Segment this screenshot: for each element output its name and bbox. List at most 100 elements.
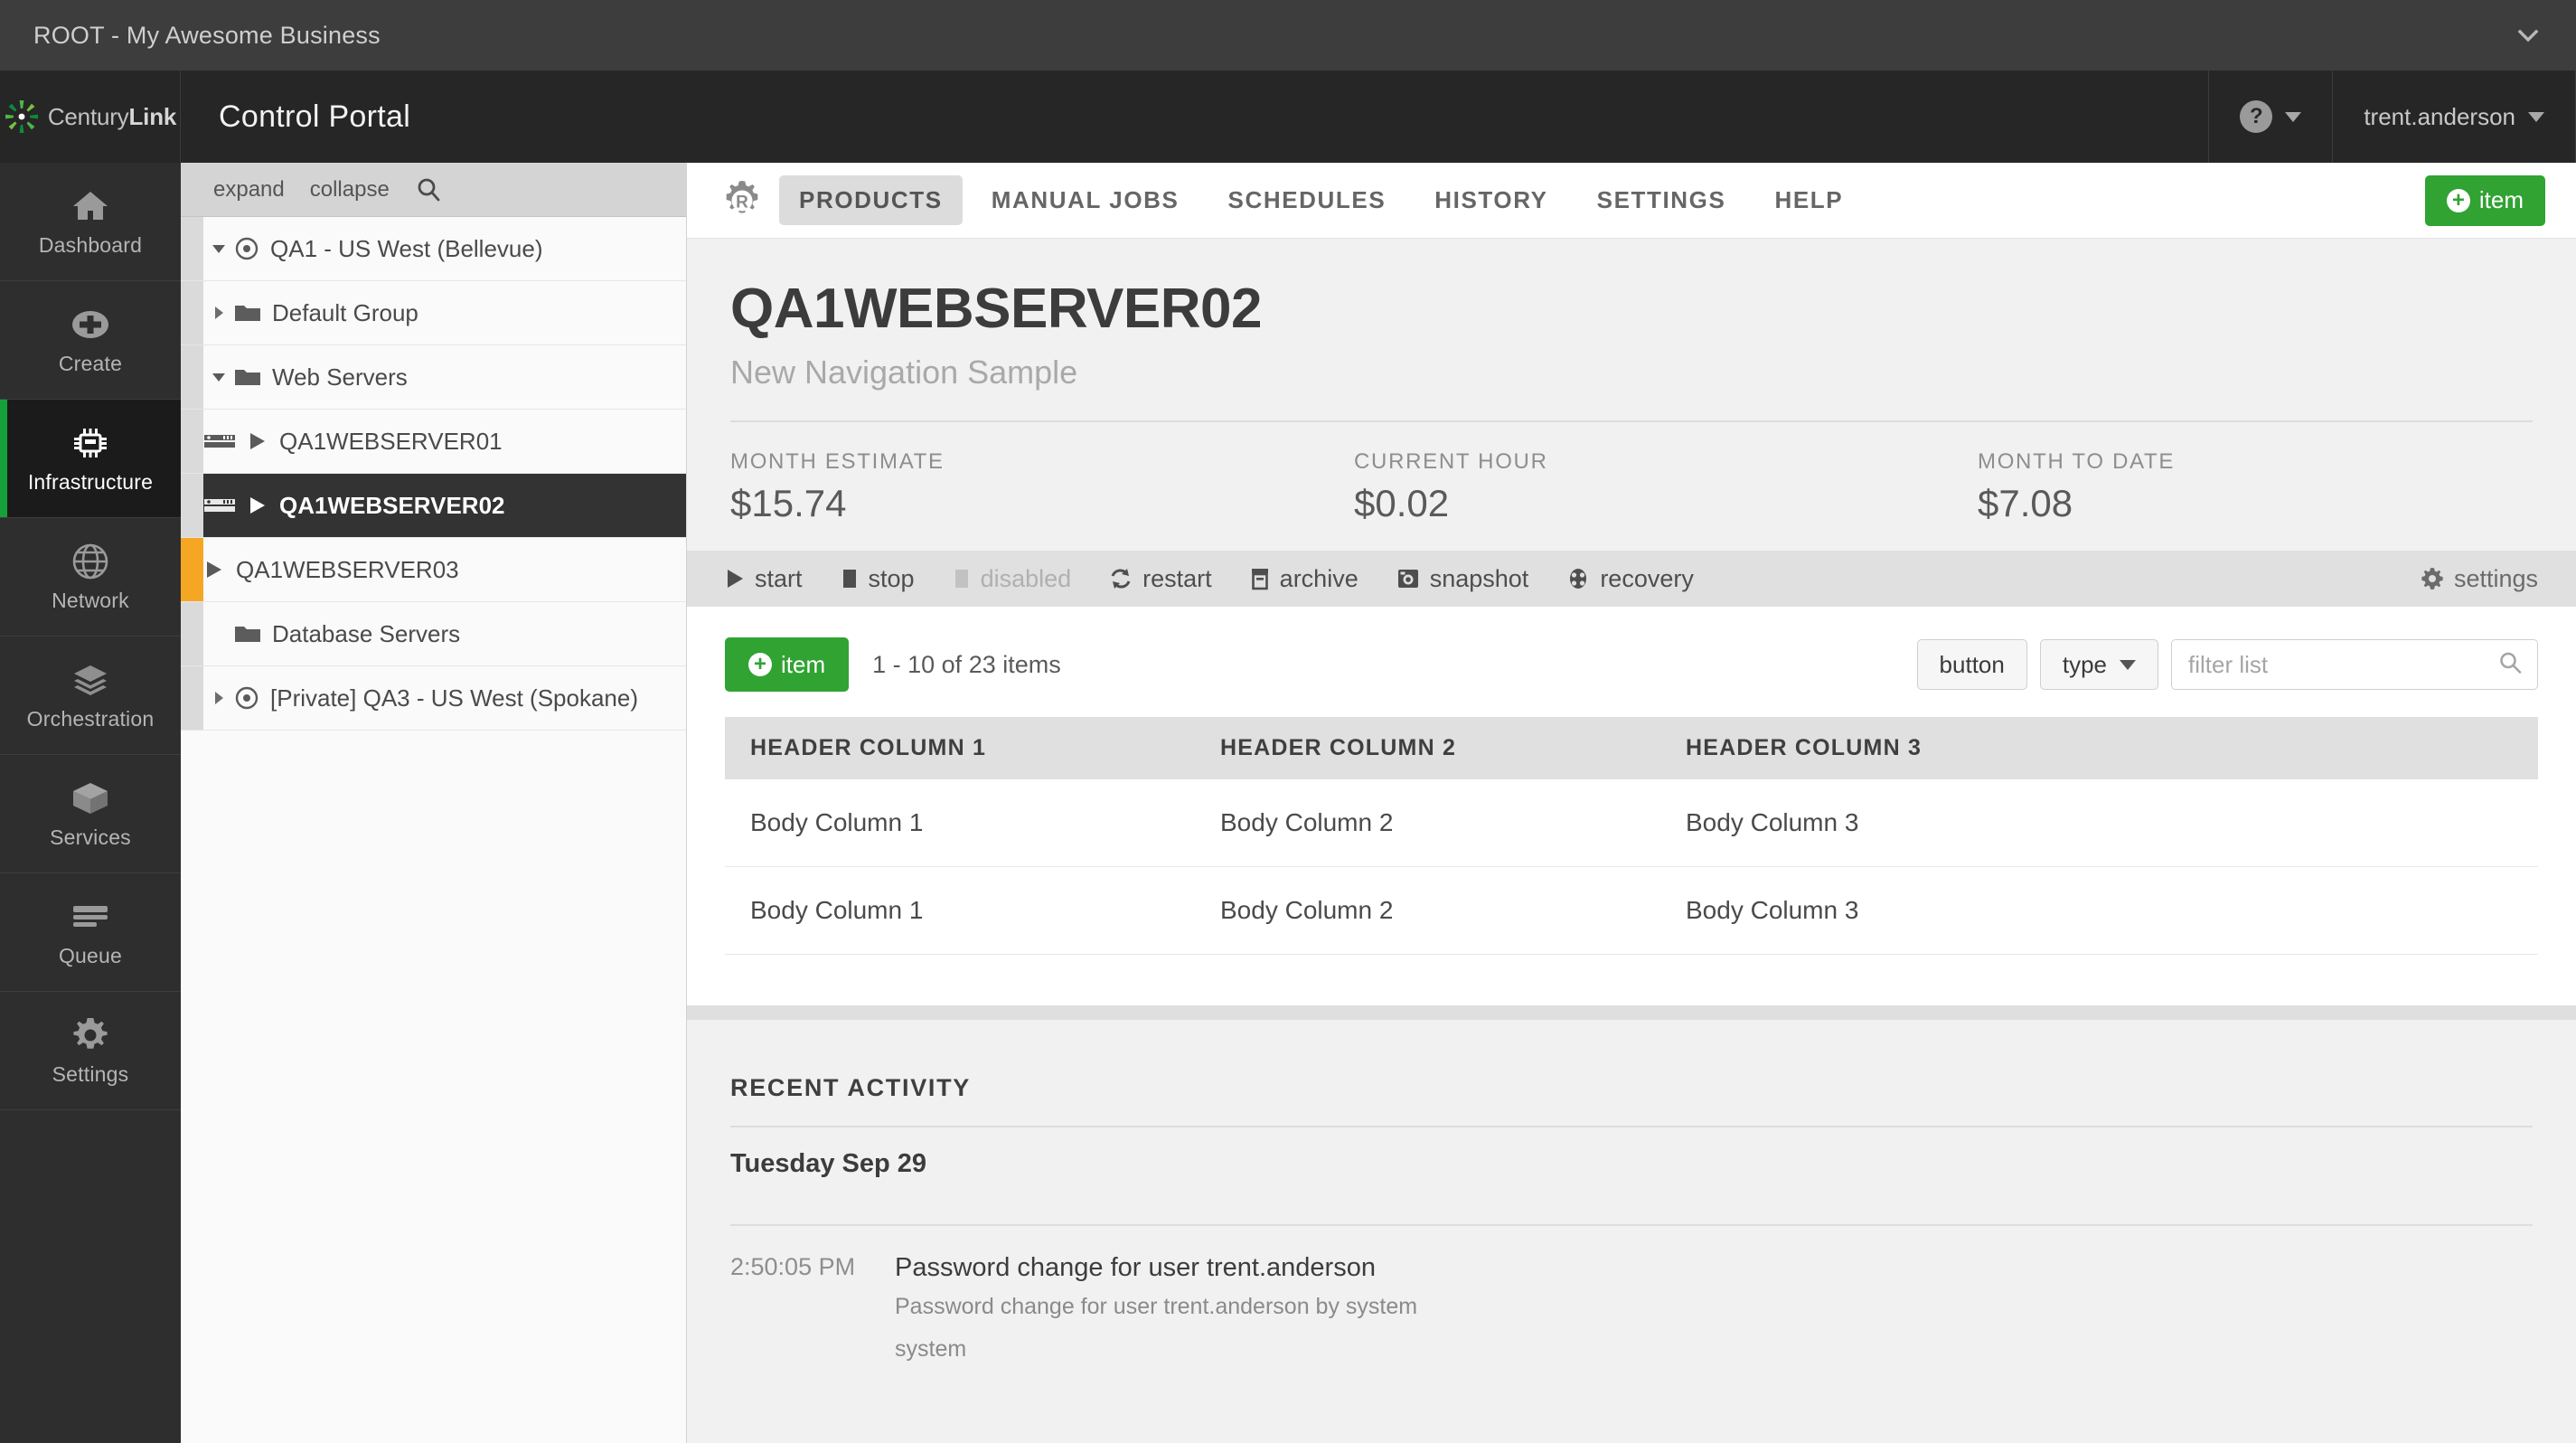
expand-all-link[interactable]: expand (213, 177, 285, 203)
settings-action[interactable]: settings (2421, 565, 2538, 593)
recovery-action-label: recovery (1600, 564, 1694, 592)
collapse-all-link[interactable]: collapse (310, 177, 390, 203)
sidebar-item-queue[interactable]: Queue (0, 873, 181, 992)
gear-r-icon: R (721, 180, 763, 222)
table-cell: Body Column 3 (1660, 866, 2538, 955)
folder-icon (234, 302, 261, 324)
chevron-down-icon (2120, 659, 2136, 670)
type-dropdown[interactable]: type (2039, 639, 2158, 690)
table-header-row: HEADER COLUMN 1 HEADER COLUMN 2 HEADER C… (725, 717, 2538, 779)
tree-row-database-servers[interactable]: Database Servers (181, 602, 686, 666)
sidebar-item-infrastructure[interactable]: Infrastructure (0, 400, 181, 518)
status-strip (181, 217, 203, 280)
add-list-item-button[interactable]: + item (725, 637, 850, 692)
restart-action[interactable]: restart (1109, 565, 1212, 593)
plus-icon: + (748, 653, 772, 676)
add-item-button[interactable]: + item (2424, 174, 2545, 226)
tab-history[interactable]: HISTORY (1415, 175, 1567, 225)
chevron-right-icon[interactable] (203, 305, 234, 321)
svg-text:R: R (736, 193, 748, 212)
tree-row-label: QA1WEBSERVER03 (236, 555, 459, 583)
table-row[interactable]: Body Column 1 Body Column 2 Body Column … (725, 866, 2538, 955)
stat-label: MONTH TO DATE (1978, 449, 2176, 474)
table-row[interactable]: Body Column 1 Body Column 2 Body Column … (725, 779, 2538, 867)
camera-icon (1396, 567, 1420, 590)
play-icon (203, 559, 225, 580)
activity-entry[interactable]: 2:50:05 PM Password change for user tren… (730, 1226, 2533, 1363)
page-title: QA1WEBSERVER02 (730, 278, 1262, 340)
tab-settings[interactable]: SETTINGS (1577, 175, 1746, 225)
tree-row-web-servers[interactable]: Web Servers (181, 345, 686, 410)
stat-current-hour: CURRENT HOUR $0.02 (1354, 449, 1978, 525)
stop-icon (841, 568, 859, 589)
stat-month-to-date: MONTH TO DATE $7.08 (1978, 449, 2175, 525)
chevron-down-icon[interactable] (2513, 20, 2543, 51)
tree-row-label: QA1WEBSERVER01 (279, 427, 503, 455)
brand-logo[interactable]: CenturyLink (0, 71, 181, 163)
recent-activity-section: RECENT ACTIVITY Tuesday Sep 29 2:50:05 P… (687, 1020, 2576, 1363)
table-header-cell[interactable]: HEADER COLUMN 2 (1195, 717, 1660, 779)
filter-list-input[interactable] (2172, 640, 2537, 689)
stop-icon (953, 568, 971, 589)
play-icon (247, 430, 268, 452)
snapshot-action[interactable]: snapshot (1396, 565, 1528, 593)
chevron-down-icon[interactable] (203, 240, 234, 258)
archive-action[interactable]: archive (1250, 565, 1359, 593)
recent-activity-title: RECENT ACTIVITY (730, 1074, 972, 1101)
tab-schedules[interactable]: SCHEDULES (1208, 175, 1406, 225)
table-cell: Body Column 3 (1660, 779, 2538, 867)
generic-button[interactable]: button (1916, 639, 2027, 690)
tab-help[interactable]: HELP (1754, 175, 1863, 225)
layers-icon (71, 660, 110, 700)
tree-row-label: Default Group (272, 298, 418, 326)
tree-row-label: [Private] QA3 - US West (Spokane) (270, 684, 638, 712)
chevron-right-icon[interactable] (203, 690, 234, 706)
play-icon (725, 568, 745, 589)
tree-row-default-group[interactable]: Default Group (181, 281, 686, 345)
table-header-cell[interactable]: HEADER COLUMN 1 (725, 717, 1195, 779)
item-count: 1 - 10 of 23 items (872, 650, 1061, 678)
table-cell: Body Column 1 (725, 866, 1195, 955)
chevron-down-icon[interactable] (203, 368, 234, 386)
sidebar-item-label: Settings (52, 1061, 129, 1086)
help-menu[interactable]: ? (2208, 71, 2332, 163)
settings-action-label: settings (2453, 564, 2538, 592)
tab-manual-jobs[interactable]: MANUAL JOBS (972, 175, 1199, 225)
activity-entry-actor: system (895, 1336, 967, 1362)
stat-value: $0.02 (1354, 482, 1450, 524)
add-item-button-label: item (2478, 186, 2524, 213)
disabled-action: disabled (953, 565, 1071, 593)
stop-action[interactable]: stop (841, 565, 915, 593)
sidebar-item-dashboard[interactable]: Dashboard (0, 163, 181, 281)
search-icon[interactable] (415, 176, 442, 203)
sidebar-item-orchestration[interactable]: Orchestration (0, 637, 181, 755)
tree-row-qa1[interactable]: QA1 - US West (Bellevue) (181, 217, 686, 281)
recovery-icon (1566, 567, 1590, 590)
tab-products[interactable]: PRODUCTS (779, 175, 963, 225)
stat-label: MONTH ESTIMATE (730, 449, 945, 474)
start-action[interactable]: start (725, 565, 803, 593)
sidebar-item-network[interactable]: Network (0, 518, 181, 637)
user-menu[interactable]: trent.anderson (2332, 71, 2576, 163)
tree-row-qa1webserver01[interactable]: QA1WEBSERVER01 (181, 410, 686, 474)
sidebar-item-create[interactable]: Create (0, 281, 181, 400)
tree-row-label: Web Servers (272, 363, 408, 391)
brand-logo-text: CenturyLink (48, 103, 176, 131)
section-separator (687, 1005, 2576, 1020)
brand-bar: CenturyLink Control Portal ? trent.ander… (0, 71, 2576, 163)
recovery-action[interactable]: recovery (1566, 565, 1694, 593)
page-subtitle: New Navigation Sample (730, 354, 1078, 391)
sidebar-item-settings[interactable]: Settings (0, 992, 181, 1110)
tree-row-qa3-private[interactable]: [Private] QA3 - US West (Spokane) (181, 666, 686, 731)
chip-icon (71, 423, 110, 463)
tree-toolbar: expand collapse (181, 163, 686, 217)
status-strip (181, 602, 203, 665)
filter-list-field[interactable] (2171, 639, 2538, 690)
search-icon (2497, 650, 2523, 680)
centurylink-mark-icon (4, 99, 40, 135)
tree-row-qa1webserver02[interactable]: QA1WEBSERVER02 (181, 474, 686, 538)
restart-action-label: restart (1142, 564, 1212, 592)
sidebar-item-services[interactable]: Services (0, 755, 181, 873)
tree-row-qa1webserver03[interactable]: QA1WEBSERVER03 (181, 538, 686, 602)
table-header-cell[interactable]: HEADER COLUMN 3 (1660, 717, 2538, 779)
